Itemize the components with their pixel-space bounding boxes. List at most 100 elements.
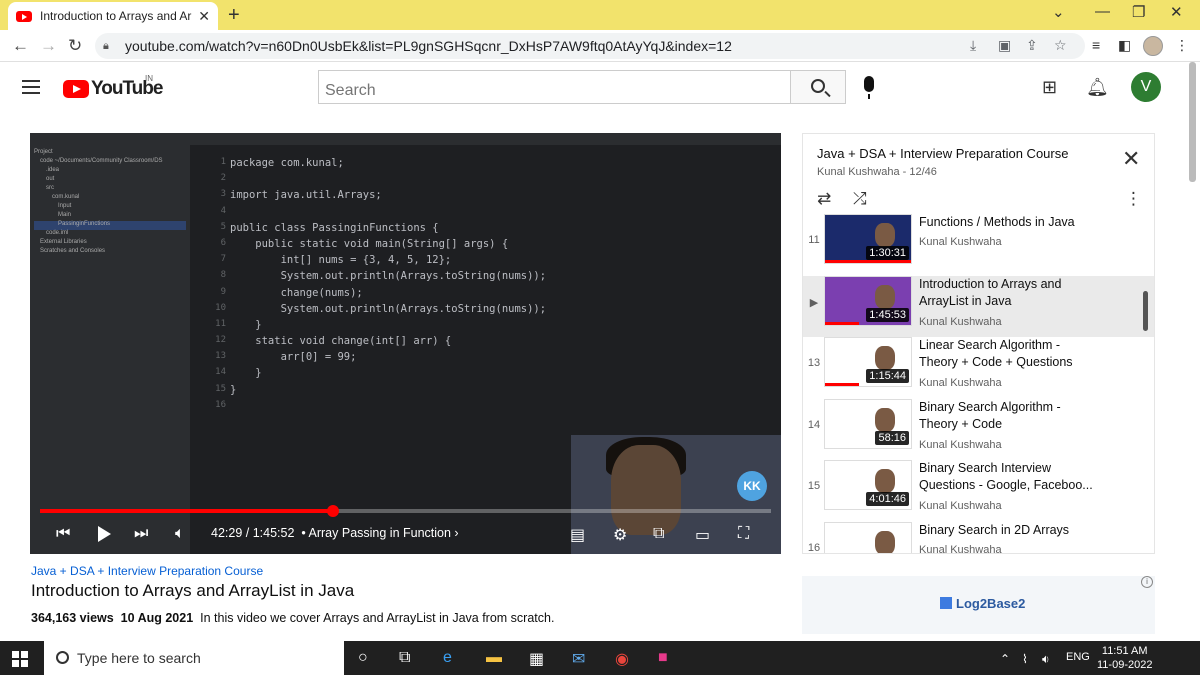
chapter-title[interactable]: • Array Passing in Function xyxy=(301,526,451,540)
previous-icon[interactable]: ⏮︎ xyxy=(56,525,70,543)
playlist-scrollbar[interactable] xyxy=(1143,291,1148,331)
country-code: IN xyxy=(145,74,153,83)
play-icon[interactable] xyxy=(98,526,111,542)
browser-tab[interactable]: Introduction to Arrays and ArrayL ✕ xyxy=(8,2,218,30)
theater-mode-icon[interactable]: ▭ xyxy=(695,525,710,545)
forward-icon[interactable]: → xyxy=(40,36,57,56)
file-explorer-icon[interactable]: ▬ xyxy=(486,649,502,667)
duration-badge: 1:45:53 xyxy=(866,307,909,322)
browser-profile-avatar[interactable] xyxy=(1143,36,1163,56)
edge-icon[interactable]: e xyxy=(443,649,452,667)
back-icon[interactable]: ← xyxy=(12,36,29,56)
line-number: 8 xyxy=(220,270,226,281)
cortana-icon[interactable]: ○ xyxy=(358,649,368,667)
intellij-icon[interactable]: ■ xyxy=(658,649,668,667)
video-title: Introduction to Arrays and ArrayList in … xyxy=(31,581,355,600)
tab-search-icon[interactable]: ⌄ xyxy=(1052,3,1065,21)
tree-item: External Libraries xyxy=(40,239,87,245)
browser-menu-icon[interactable]: ⋮ xyxy=(1175,37,1189,54)
video-progress-bar[interactable] xyxy=(40,505,771,517)
ad-brand: Log2Base2 xyxy=(940,596,1025,611)
ad-banner[interactable]: Log2Base2 xyxy=(802,576,1155,634)
taskbar-search[interactable]: Type here to search xyxy=(44,641,344,675)
playlist-item[interactable]: 14 58:16 Binary Search Algorithm - Theory … xyxy=(803,398,1154,460)
settings-gear-icon[interactable]: ⚙ xyxy=(613,525,627,545)
show-hidden-icons-icon[interactable]: ⌃ xyxy=(1000,652,1010,666)
tab-close-icon[interactable]: ✕ xyxy=(198,8,210,25)
window-close-icon[interactable]: ✕ xyxy=(1170,3,1183,21)
new-tab-button[interactable]: + xyxy=(228,4,240,27)
video-thumbnail[interactable]: 1:15:44 xyxy=(824,337,912,387)
miniplayer-icon[interactable]: ⧉ xyxy=(653,525,664,543)
notifications-bell-icon[interactable]: 🔔︎ xyxy=(1086,77,1109,98)
windows-start-icon[interactable] xyxy=(12,651,28,667)
youtube-logo[interactable]: YouTube IN xyxy=(63,74,163,100)
video-thumbnail[interactable] xyxy=(824,521,912,553)
scrubber-handle[interactable] xyxy=(327,505,340,517)
clock[interactable]: 11:51 AM 11-09-2022 xyxy=(1097,644,1152,672)
video-thumbnail[interactable]: 4:01:46 xyxy=(824,460,912,510)
video-thumbnail[interactable]: 58:16 xyxy=(824,398,912,449)
fullscreen-icon[interactable]: ⛶ xyxy=(738,525,749,543)
chrome-icon[interactable]: ◉ xyxy=(615,649,629,669)
code-line: arr[0] = 99; xyxy=(230,351,357,364)
search-input[interactable] xyxy=(318,70,791,104)
subtitles-icon[interactable]: ▤ xyxy=(570,525,585,545)
line-number: 2 xyxy=(220,173,226,184)
watched-progress xyxy=(825,260,911,263)
code-line: System.out.println(Arrays.toString(nums)… xyxy=(230,270,547,283)
language-indicator[interactable]: ENG xyxy=(1066,651,1090,663)
youtube-header: YouTube IN ⊞ 🔔︎ V xyxy=(0,62,1200,114)
create-video-icon[interactable]: ⊞ xyxy=(1042,77,1057,98)
playlist-item[interactable]: 16 Binary Search in 2D Arrays Kunal Kushwa… xyxy=(803,521,1154,553)
task-view-icon[interactable]: ⧉ xyxy=(399,649,410,667)
shuffle-icon[interactable]: ⤮ xyxy=(853,189,867,209)
user-avatar[interactable]: V xyxy=(1131,72,1161,102)
menu-icon[interactable] xyxy=(22,80,40,94)
playlist-item[interactable]: ▶ 1:45:53 Introduction to Arrays and Array… xyxy=(803,275,1154,337)
playlist-link[interactable]: Java + DSA + Interview Preparation Cours… xyxy=(31,564,263,578)
search-button[interactable] xyxy=(790,70,846,104)
upload-date: 10 Aug 2021 xyxy=(120,611,194,625)
reload-icon[interactable]: ↻ xyxy=(68,36,82,56)
line-number: 15 xyxy=(215,383,226,394)
share-icon[interactable]: ⇪ xyxy=(1026,37,1038,54)
store-icon[interactable]: ▦ xyxy=(529,649,544,669)
mail-icon[interactable]: ✉ xyxy=(572,649,585,669)
playlist-item-channel: Kunal Kushwaha xyxy=(919,377,1002,389)
side-panel-icon[interactable]: ◧ xyxy=(1118,37,1131,54)
microphone-icon[interactable] xyxy=(864,76,874,99)
video-meta[interactable]: 364,163 views 10 Aug 2021 In this video … xyxy=(31,611,554,625)
video-thumbnail[interactable]: 1:30:31 xyxy=(824,214,912,264)
playlist-title[interactable]: Java + DSA + Interview Preparation Cours… xyxy=(817,146,1068,161)
volume-tray-icon[interactable]: 🔉︎ xyxy=(1042,652,1050,667)
playlist-item-channel: Kunal Kushwaha xyxy=(919,315,1002,328)
url-text: youtube.com/watch?v=n60Dn0UsbEk&list=PL9… xyxy=(125,38,732,54)
bookmark-star-icon[interactable]: ☆ xyxy=(1054,37,1067,54)
loop-icon[interactable]: ⇄ xyxy=(817,189,831,209)
next-icon[interactable]: ⏭︎ xyxy=(134,525,148,543)
playlist-item[interactable]: 15 4:01:46 Binary Search Interview Questio… xyxy=(803,460,1154,521)
reading-list-icon[interactable]: ≡ xyxy=(1092,37,1100,53)
restore-icon[interactable]: ❐ xyxy=(1132,3,1145,21)
translate-icon[interactable]: ▣ xyxy=(998,37,1011,54)
close-icon[interactable]: ✕ xyxy=(1122,148,1140,170)
video-description: In this video we cover Arrays and ArrayL… xyxy=(200,611,555,625)
page-scrollbar[interactable] xyxy=(1189,62,1196,182)
channel-watermark[interactable]: KK xyxy=(737,471,767,501)
more-options-icon[interactable]: ⋮ xyxy=(1125,189,1142,209)
install-icon[interactable]: ⤓ xyxy=(970,37,976,54)
video-player[interactable]: Project code ~/Documents/Community Classr… xyxy=(30,133,781,554)
minimize-icon[interactable]: — xyxy=(1095,3,1110,20)
playlist-item[interactable]: 13 1:15:44 Linear Search Algorithm - Theor… xyxy=(803,337,1154,398)
network-icon[interactable]: ⌇ xyxy=(1022,652,1028,666)
tree-item: Scratches and Consoles xyxy=(40,248,106,254)
address-bar[interactable]: 🔒︎ youtube.com/watch?v=n60Dn0UsbEk&list=… xyxy=(95,33,1085,59)
ad-info-icon[interactable]: i xyxy=(1141,576,1153,588)
video-thumbnail[interactable]: 1:45:53 xyxy=(824,275,912,326)
playlist-item[interactable]: 11 1:30:31 Functions / Methods in Java Kuna… xyxy=(803,214,1154,275)
playlist-item-title: Linear Search Algorithm - Theory + Code … xyxy=(919,338,1073,369)
volume-icon[interactable]: 🔈︎ xyxy=(175,525,185,543)
line-number: 4 xyxy=(220,205,226,216)
